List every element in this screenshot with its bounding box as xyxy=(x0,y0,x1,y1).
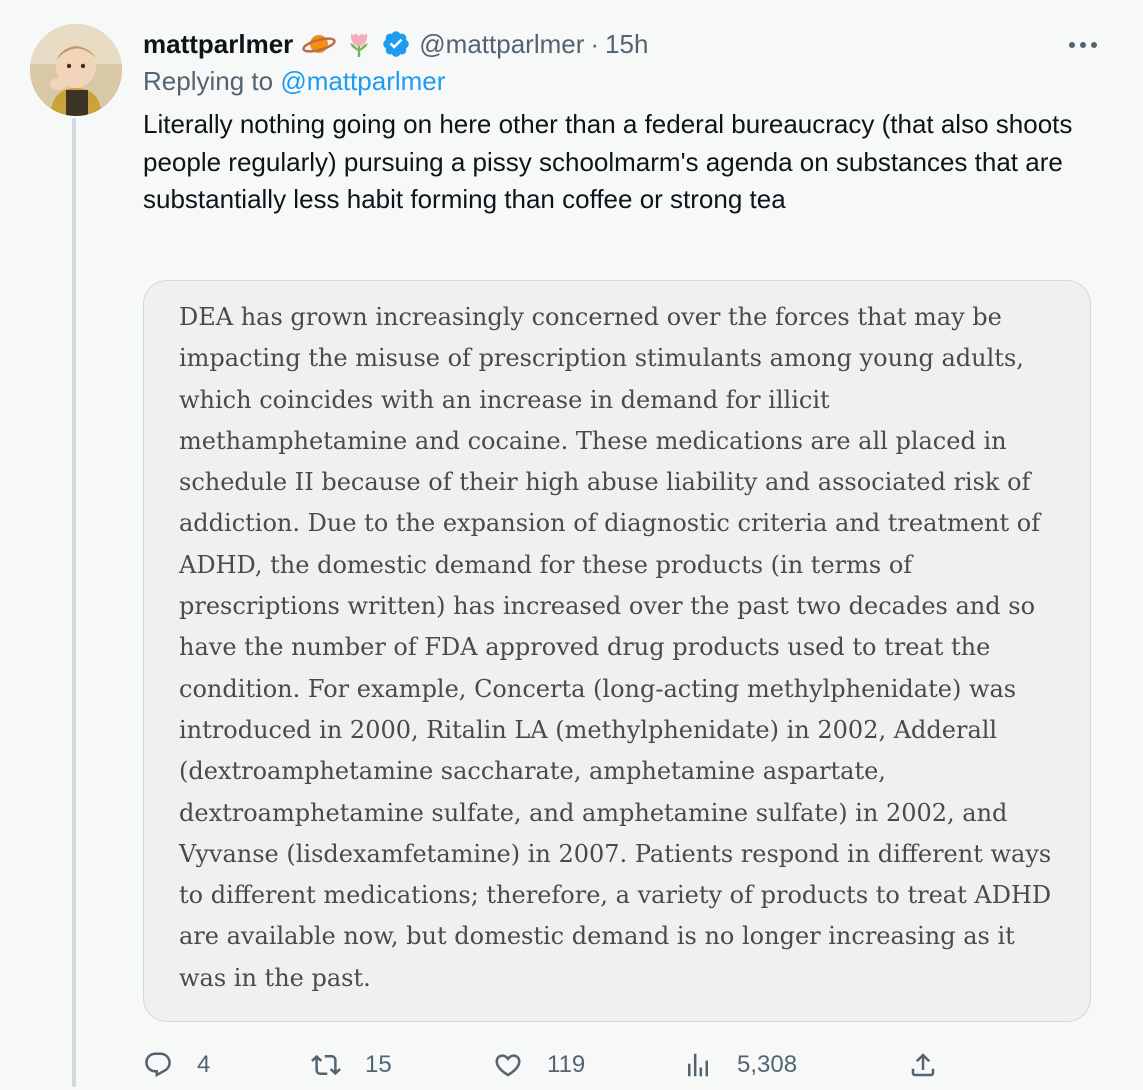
views-button[interactable]: 5,308 xyxy=(683,1040,797,1090)
replying-to-mention[interactable]: @mattparlmer xyxy=(280,66,445,96)
views-icon xyxy=(688,1053,708,1077)
more-icon[interactable] xyxy=(1063,28,1103,62)
planet-ringed-emoji-icon xyxy=(301,29,337,59)
tweet-text: Literally nothing going on here other th… xyxy=(143,109,1073,214)
verified-badge-icon xyxy=(381,29,411,59)
attached-image[interactable]: DEA has grown increasingly concerned ove… xyxy=(143,280,1091,1022)
tulip-emoji-icon xyxy=(341,29,377,59)
like-icon xyxy=(495,1054,521,1077)
tweet-header: mattparlmer @mattparlmer · 15h xyxy=(143,24,1123,64)
replying-prefix: Replying to xyxy=(143,66,274,96)
retweet-button[interactable]: 15 xyxy=(311,1040,392,1090)
avatar[interactable] xyxy=(30,24,122,116)
share-button[interactable] xyxy=(908,1040,938,1090)
tweet[interactable]: mattparlmer @mattparlmer · 15h Replying … xyxy=(0,0,1143,1087)
retweet-count: 15 xyxy=(365,1051,392,1078)
replying-to: Replying to @mattparlmer xyxy=(143,66,445,97)
share-icon xyxy=(911,1053,935,1077)
views-count: 5,308 xyxy=(737,1051,798,1078)
like-button[interactable]: 119 xyxy=(493,1040,585,1090)
separator-dot: · xyxy=(590,28,600,59)
attached-image-text: DEA has grown increasingly concerned ove… xyxy=(179,303,1052,992)
like-count: 119 xyxy=(547,1051,586,1078)
action-bar: 4 15 119 5,308 xyxy=(143,1040,1103,1090)
reply-icon xyxy=(145,1052,171,1078)
reply-count: 4 xyxy=(197,1051,211,1078)
thread-line xyxy=(72,118,76,1087)
display-name[interactable]: mattparlmer xyxy=(143,29,293,60)
handle[interactable]: @mattparlmer xyxy=(419,29,584,60)
reply-button[interactable]: 4 xyxy=(143,1040,210,1090)
retweet-icon xyxy=(311,1054,341,1076)
timestamp[interactable]: 15h xyxy=(605,29,648,60)
